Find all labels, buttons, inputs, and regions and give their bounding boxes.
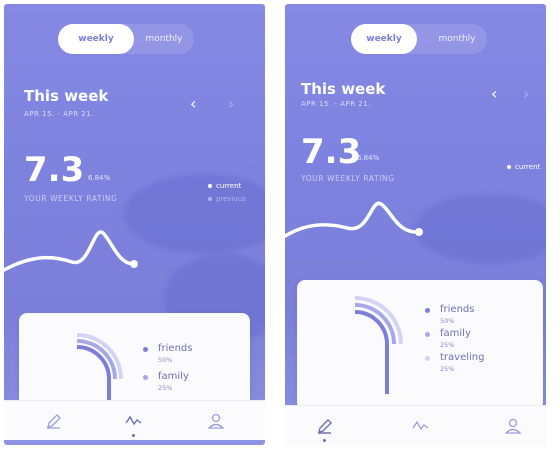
category-percent: 25% [158,384,173,392]
legend-current: current [507,163,540,171]
category-item: traveling 25% [425,352,484,373]
category-item: family 25% [143,371,189,392]
monthly-tab[interactable]: monthly [134,24,194,54]
weekly-tab[interactable]: weekly [58,24,134,54]
phone-screen-right: weekly monthly This week APR 15. - APR 2… [285,4,546,445]
rating-value: 7.3 [301,132,362,172]
category-dot [143,347,148,352]
period-toggle: weekly monthly [58,24,194,54]
category-percent: 50% [440,317,455,325]
category-item: family 25% [425,328,471,349]
pencil-icon[interactable] [44,411,64,431]
categories-card: friends 50% family 25% traveling 25% [297,280,543,410]
legend-current: current [208,182,241,190]
current-point [415,228,423,236]
categories-ring [354,296,403,394]
user-icon[interactable] [503,416,523,436]
active-indicator [323,439,326,442]
chevron-right-icon[interactable]: › [523,86,529,102]
category-name: traveling [440,352,485,363]
current-point [130,260,138,268]
categories-ring [76,333,123,411]
rating-delta: 6.84% [357,154,380,162]
phone-screen-left: weekly monthly This week APR 15. - APR 2… [4,4,265,445]
active-indicator [132,434,135,437]
rating-wave [285,201,423,238]
monthly-tab[interactable]: monthly [427,24,487,54]
category-dot [143,375,148,380]
page-title: This week [301,80,386,98]
category-name: friends [158,343,193,354]
rating-label: YOUR WEEKLY RATING [24,194,118,203]
weekly-tab[interactable]: weekly [351,24,417,54]
chevron-right-icon[interactable]: › [228,96,234,112]
rating-label: YOUR WEEKLY RATING [301,174,395,183]
legend-previous: previous [208,195,246,203]
category-item: friends 50% [425,304,474,325]
category-dot [425,356,430,361]
page-title: This week [24,87,109,105]
category-name: friends [440,304,475,315]
legend-label: current [216,182,242,190]
pencil-icon[interactable] [315,416,335,436]
legend-label: previous [216,195,246,203]
category-item: friends 50% [143,343,192,364]
activity-icon[interactable] [124,411,144,431]
rating-delta: 6.84% [88,174,111,182]
category-percent: 25% [440,341,455,349]
bottom-nav [4,400,265,440]
bottom-nav [285,405,546,445]
chevron-left-icon[interactable]: ‹ [491,86,497,102]
legend-dot [208,184,212,188]
rating-value: 7.3 [24,150,85,190]
legend-label: current [515,163,541,171]
legend-dot [208,197,212,201]
chevron-left-icon[interactable]: ‹ [190,96,196,112]
category-name: family [158,371,189,382]
date-range: APR 15. - APR 21. [301,100,371,108]
activity-icon[interactable] [411,416,431,436]
category-dot [425,308,430,313]
category-percent: 25% [440,365,455,373]
period-toggle: weekly monthly [351,24,487,54]
category-percent: 50% [158,356,173,364]
legend-dot [507,165,511,169]
user-icon[interactable] [206,411,226,431]
category-name: family [440,328,471,339]
categories-card: friends 50% family 25% [19,313,250,413]
date-range: APR 15. - APR 21. [24,110,94,118]
category-dot [425,332,430,337]
rating-wave [4,230,138,272]
